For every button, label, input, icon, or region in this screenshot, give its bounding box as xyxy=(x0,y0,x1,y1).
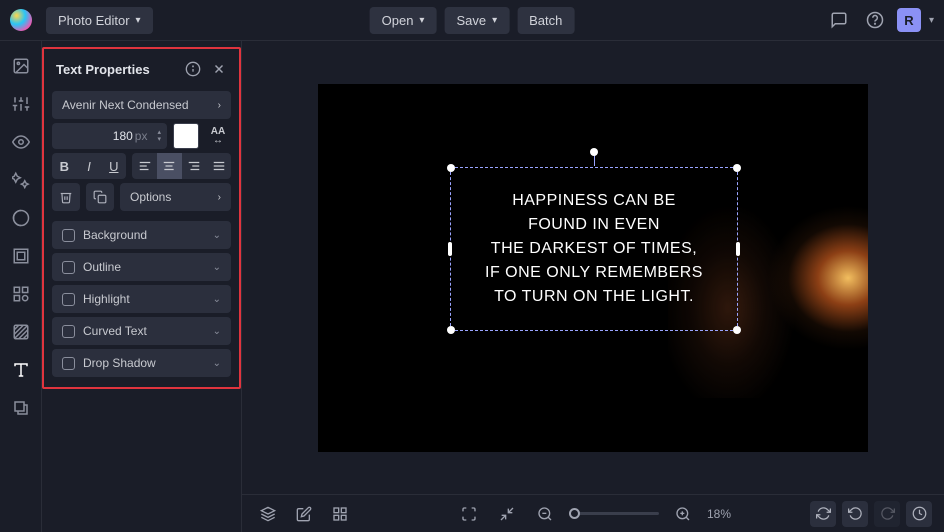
zoom-in-icon[interactable] xyxy=(669,500,697,528)
step-up-icon[interactable]: ▴ xyxy=(157,129,161,136)
canvas[interactable]: HAPPINESS CAN BE FOUND IN EVEN THE DARKE… xyxy=(318,84,868,452)
letter-case-icon[interactable]: AA↔ xyxy=(205,123,231,149)
chevron-right-icon: › xyxy=(218,100,221,111)
resize-handle[interactable] xyxy=(733,164,741,172)
help-icon[interactable] xyxy=(861,6,889,34)
image-tool-icon[interactable] xyxy=(10,55,32,77)
edit-icon[interactable] xyxy=(290,500,318,528)
resize-handle[interactable] xyxy=(736,242,740,256)
compare-icon[interactable] xyxy=(810,501,836,527)
chevron-down-icon: ⌄ xyxy=(213,230,221,241)
fit-icon[interactable] xyxy=(493,500,521,528)
zoom-level: 18% xyxy=(707,507,731,521)
effects-tool-icon[interactable] xyxy=(10,169,32,191)
texture-tool-icon[interactable] xyxy=(10,321,32,343)
chevron-down-icon: ▾ xyxy=(136,15,141,26)
close-icon[interactable] xyxy=(209,59,229,79)
rotate-handle[interactable] xyxy=(590,148,598,156)
checkbox-icon[interactable] xyxy=(62,229,75,242)
checkbox-icon[interactable] xyxy=(62,357,75,370)
text-selection-box[interactable]: HAPPINESS CAN BE FOUND IN EVEN THE DARKE… xyxy=(450,167,738,331)
chevron-down-icon: ▾ xyxy=(419,15,424,26)
chevron-right-icon: › xyxy=(218,192,221,203)
drop-shadow-section[interactable]: Drop Shadow ⌄ xyxy=(52,349,231,377)
eye-tool-icon[interactable] xyxy=(10,131,32,153)
font-size-input[interactable]: 180px ▴ ▾ xyxy=(52,123,167,149)
app-title: Photo Editor xyxy=(58,13,130,28)
resize-handle[interactable] xyxy=(448,242,452,256)
align-center-button[interactable] xyxy=(157,153,182,179)
topbar: Photo Editor ▾ Open ▾ Save ▾ Batch R ▾ xyxy=(0,0,944,41)
options-dropdown[interactable]: Options › xyxy=(120,183,231,211)
app-logo[interactable] xyxy=(10,9,32,31)
info-icon[interactable] xyxy=(183,59,203,79)
frame-tool-icon[interactable] xyxy=(10,245,32,267)
save-button[interactable]: Save ▾ xyxy=(444,7,509,34)
undo-icon[interactable] xyxy=(842,501,868,527)
panel-title: Text Properties xyxy=(56,62,150,77)
left-sidebar xyxy=(0,41,42,532)
zoom-out-icon[interactable] xyxy=(531,500,559,528)
duplicate-button[interactable] xyxy=(86,183,114,211)
open-button[interactable]: Open ▾ xyxy=(370,7,437,34)
adjust-tool-icon[interactable] xyxy=(10,93,32,115)
underline-button[interactable]: U xyxy=(101,153,126,179)
resize-handle[interactable] xyxy=(733,326,741,334)
properties-panel: Text Properties Avenir Next Condensed › … xyxy=(42,41,242,532)
bottom-toolbar: 18% xyxy=(242,494,944,532)
chevron-down-icon: ⌄ xyxy=(213,358,221,369)
step-down-icon[interactable]: ▾ xyxy=(157,136,161,143)
fullscreen-icon[interactable] xyxy=(455,500,483,528)
font-family-select[interactable]: Avenir Next Condensed › xyxy=(52,91,231,119)
chevron-down-icon: ⌄ xyxy=(213,326,221,337)
highlight-section[interactable]: Highlight ⌄ xyxy=(52,285,231,313)
zoom-slider[interactable] xyxy=(569,512,659,515)
color-tool-icon[interactable] xyxy=(10,207,32,229)
redo-icon[interactable] xyxy=(874,501,900,527)
slider-thumb[interactable] xyxy=(569,508,580,519)
resize-handle[interactable] xyxy=(447,326,455,334)
align-right-button[interactable] xyxy=(182,153,207,179)
checkbox-icon[interactable] xyxy=(62,293,75,306)
bold-button[interactable]: B xyxy=(52,153,77,179)
text-tool-icon[interactable] xyxy=(10,359,32,381)
delete-button[interactable] xyxy=(52,183,80,211)
app-title-dropdown[interactable]: Photo Editor ▾ xyxy=(46,7,153,34)
align-justify-button[interactable] xyxy=(206,153,231,179)
outline-section[interactable]: Outline ⌄ xyxy=(52,253,231,281)
chevron-down-icon: ⌄ xyxy=(213,262,221,273)
shapes-tool-icon[interactable] xyxy=(10,283,32,305)
text-color-swatch[interactable] xyxy=(173,123,199,149)
history-icon[interactable] xyxy=(906,501,932,527)
comments-icon[interactable] xyxy=(825,6,853,34)
chevron-down-icon: ⌄ xyxy=(213,294,221,305)
canvas-area: HAPPINESS CAN BE FOUND IN EVEN THE DARKE… xyxy=(242,41,944,532)
checkbox-icon[interactable] xyxy=(62,261,75,274)
grid-icon[interactable] xyxy=(326,500,354,528)
layers-icon[interactable] xyxy=(254,500,282,528)
chevron-down-icon[interactable]: ▾ xyxy=(929,15,934,26)
curved-text-section[interactable]: Curved Text ⌄ xyxy=(52,317,231,345)
background-section[interactable]: Background ⌄ xyxy=(52,221,231,249)
checkbox-icon[interactable] xyxy=(62,325,75,338)
canvas-text[interactable]: HAPPINESS CAN BE FOUND IN EVEN THE DARKE… xyxy=(485,189,703,309)
layers-tool-icon[interactable] xyxy=(10,397,32,419)
batch-button[interactable]: Batch xyxy=(517,7,574,34)
avatar[interactable]: R xyxy=(897,8,921,32)
chevron-down-icon: ▾ xyxy=(492,15,497,26)
italic-button[interactable]: I xyxy=(77,153,102,179)
align-left-button[interactable] xyxy=(132,153,157,179)
resize-handle[interactable] xyxy=(447,164,455,172)
